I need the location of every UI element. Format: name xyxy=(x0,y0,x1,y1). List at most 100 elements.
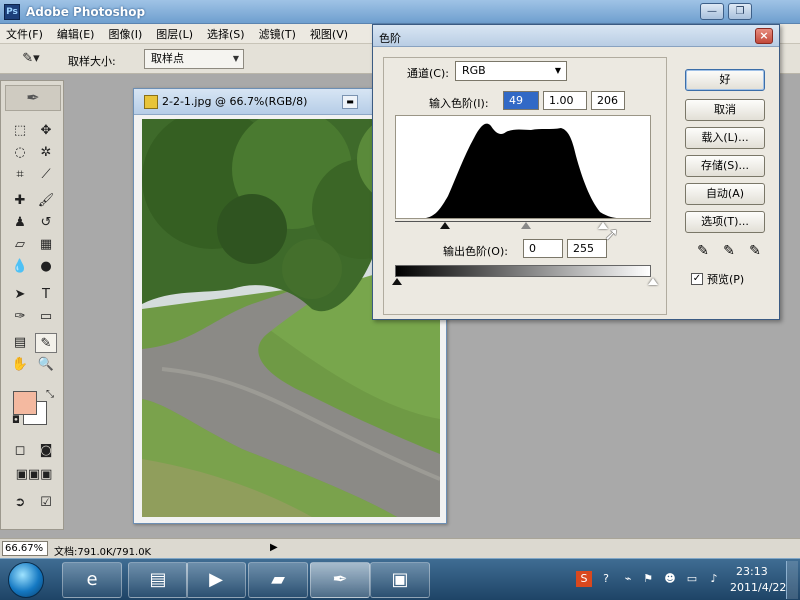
output-white-slider[interactable] xyxy=(648,278,658,285)
menu-layer[interactable]: 图层(L) xyxy=(156,26,193,42)
checkmark-icon[interactable]: ☑ xyxy=(35,493,57,513)
black-eyedropper-icon[interactable]: ✎ xyxy=(693,241,713,261)
chevron-down-icon: ▼ xyxy=(232,54,239,63)
gradient-tool-icon[interactable]: ▦ xyxy=(35,235,57,255)
feather-icon[interactable]: ✒ xyxy=(5,85,61,111)
magic-wand-icon[interactable]: ✲ xyxy=(35,143,57,163)
output-levels-label: 输出色阶(O): xyxy=(443,245,508,258)
ok-button[interactable]: 好 xyxy=(685,69,765,91)
zoom-tool-icon[interactable]: 🔍 xyxy=(35,355,57,375)
restore-button[interactable]: ❐ xyxy=(728,3,752,20)
input-gamma-slider[interactable] xyxy=(521,222,531,229)
start-button[interactable] xyxy=(8,562,44,598)
flag-icon[interactable]: ⚑ xyxy=(640,571,656,587)
output-gradient-bar xyxy=(395,265,651,277)
auto-button[interactable]: 自动(A) xyxy=(685,183,765,205)
history-brush-icon[interactable]: ↺ xyxy=(35,213,57,233)
clock-time[interactable]: 23:13 xyxy=(736,565,768,578)
chevron-down-icon: ▼ xyxy=(554,66,561,75)
histogram-shape xyxy=(426,123,618,218)
screen-mode-icons[interactable]: ▣▣▣ xyxy=(9,465,59,485)
input-black-slider[interactable] xyxy=(440,222,450,229)
close-icon: × xyxy=(759,29,769,42)
load-button[interactable]: 载入(L)... xyxy=(685,127,765,149)
preview-label: 预览(P) xyxy=(707,273,745,286)
app-green-icon[interactable]: ▰ xyxy=(248,562,308,598)
menu-edit[interactable]: 编辑(E) xyxy=(57,26,95,42)
status-menu-arrow-icon[interactable]: ▶ xyxy=(270,542,278,553)
image-file-icon xyxy=(144,95,158,109)
menu-filter[interactable]: 滤镜(T) xyxy=(259,26,296,42)
media-player-icon[interactable]: ▶ xyxy=(186,562,246,598)
menu-select[interactable]: 选择(S) xyxy=(207,26,245,42)
type-tool-icon[interactable]: T xyxy=(35,285,57,305)
file-explorer-icon[interactable]: ▤ xyxy=(128,562,188,598)
swap-colors-icon[interactable]: ⤡ xyxy=(39,385,61,405)
marquee-tool-icon[interactable]: ⬚ xyxy=(9,121,31,141)
white-eyedropper-icon[interactable]: ✎ xyxy=(745,241,765,261)
crop-tool-icon[interactable]: ⌗ xyxy=(9,165,31,185)
network-icon[interactable]: ⌁ xyxy=(620,571,636,587)
options-button[interactable]: 选项(T)... xyxy=(685,211,765,233)
input-white-field[interactable]: 206 xyxy=(591,91,625,110)
standard-mode-icon[interactable]: ◻ xyxy=(9,441,31,461)
app-title: Adobe Photoshop xyxy=(26,5,146,19)
zoom-field[interactable]: 66.67% xyxy=(2,541,48,556)
mouse-cursor-icon: ➚ xyxy=(604,224,620,245)
cancel-button[interactable]: 取消 xyxy=(685,99,765,121)
input-gamma-field[interactable]: 1.00 xyxy=(543,91,587,110)
camera-app-icon[interactable]: ▣ xyxy=(370,562,430,598)
quick-mask-icon[interactable]: ◙ xyxy=(35,441,57,461)
input-method-icon[interactable]: S xyxy=(576,571,592,587)
levels-title-bar[interactable]: 色阶 × xyxy=(373,25,779,47)
eraser-tool-icon[interactable]: ▱ xyxy=(9,235,31,255)
menu-file[interactable]: 文件(F) xyxy=(6,26,43,42)
move-tool-icon[interactable]: ✥ xyxy=(35,121,57,141)
clock-date[interactable]: 2011/4/22 xyxy=(730,581,786,594)
taskbar: e ▤ ▶ ▰ ✒ ▣ S ? ⌁ ⚑ ☻ ▭ ♪ 23:13 2011/4/2… xyxy=(0,558,800,600)
eyedropper-tool-preset[interactable]: ✎▾ xyxy=(20,51,42,69)
save-button[interactable]: 存储(S)... xyxy=(685,155,765,177)
internet-explorer-icon[interactable]: e xyxy=(62,562,122,598)
path-selection-icon[interactable]: ➤ xyxy=(9,285,31,305)
checkmark-icon: ✓ xyxy=(691,273,703,285)
preview-checkbox[interactable]: ✓ 预览(P) xyxy=(691,271,744,287)
users-icon[interactable]: ☻ xyxy=(662,571,678,587)
histogram xyxy=(395,115,651,219)
app-title-bar: Ps Adobe Photoshop — ❐ xyxy=(0,0,800,24)
lasso-tool-icon[interactable]: ◌ xyxy=(9,143,31,163)
slice-tool-icon[interactable]: ⟋ xyxy=(35,165,57,185)
show-desktop-button[interactable] xyxy=(786,561,798,599)
menu-image[interactable]: 图像(I) xyxy=(108,26,142,42)
clone-stamp-icon[interactable]: ♟ xyxy=(9,213,31,233)
dodge-tool-icon[interactable]: ● xyxy=(35,257,57,277)
healing-brush-icon[interactable]: ✚ xyxy=(9,191,31,211)
help-icon[interactable]: ? xyxy=(598,571,614,587)
input-black-field[interactable]: 49 xyxy=(503,91,539,110)
menu-view[interactable]: 视图(V) xyxy=(310,26,348,42)
output-black-field[interactable]: 0 xyxy=(523,239,563,258)
channel-select[interactable]: RGB ▼ xyxy=(455,61,567,81)
blur-tool-icon[interactable]: 💧 xyxy=(9,257,31,277)
jump-to-imageready-icon[interactable]: ➲ xyxy=(9,493,31,513)
brush-tool-icon[interactable]: 🖌 xyxy=(35,191,57,211)
output-black-slider[interactable] xyxy=(392,278,402,285)
volume-icon[interactable]: ♪ xyxy=(706,571,722,587)
notes-tool-icon[interactable]: ▤ xyxy=(9,333,31,353)
photoshop-task-icon[interactable]: ✒ xyxy=(310,562,370,598)
pen-tool-icon[interactable]: ✑ xyxy=(9,307,31,327)
photoshop-icon: Ps xyxy=(4,4,20,20)
eyedropper-tool-icon[interactable]: ✎ xyxy=(35,333,57,353)
sample-size-select[interactable]: 取样点 ▼ xyxy=(144,49,244,69)
eyedropper-icon: ✎▾ xyxy=(22,51,40,66)
hand-tool-icon[interactable]: ✋ xyxy=(9,355,31,375)
levels-close-button[interactable]: × xyxy=(755,28,773,44)
foreground-color-swatch[interactable] xyxy=(13,391,37,415)
minimize-button[interactable]: — xyxy=(700,3,724,20)
document-title: 2-2-1.jpg @ 66.7%(RGB/8) xyxy=(162,95,308,108)
output-white-field[interactable]: 255 xyxy=(567,239,607,258)
display-icon[interactable]: ▭ xyxy=(684,571,700,587)
shape-tool-icon[interactable]: ▭ xyxy=(35,307,57,327)
gray-eyedropper-icon[interactable]: ✎ xyxy=(719,241,739,261)
document-minimize-button[interactable]: ▬ xyxy=(342,95,358,109)
